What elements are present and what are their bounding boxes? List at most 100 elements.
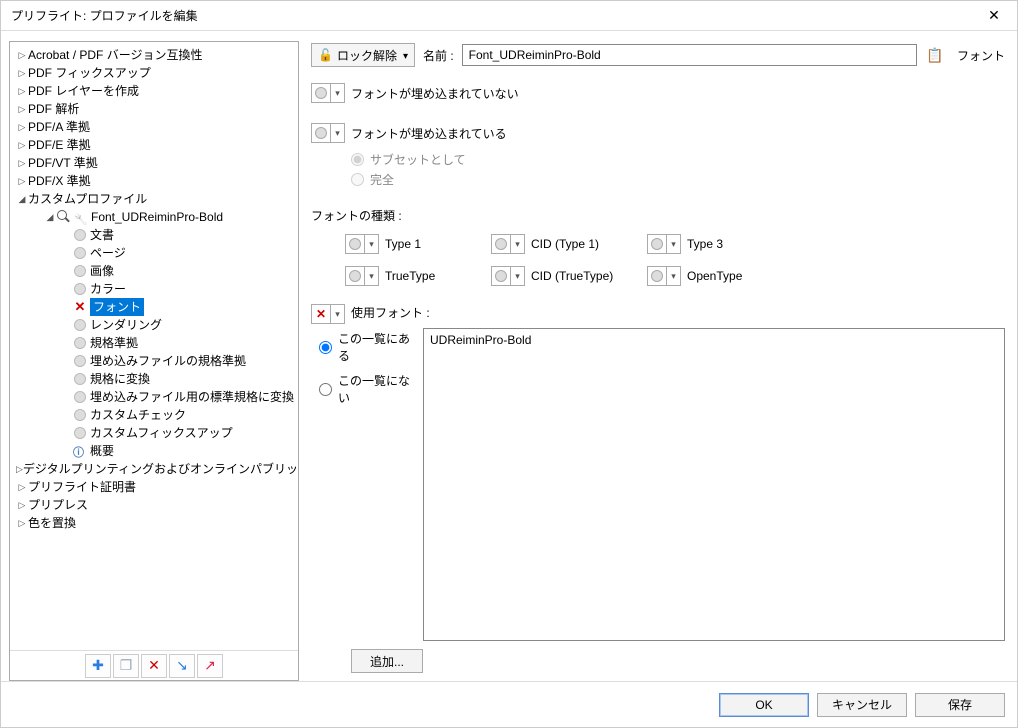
severity-selector[interactable] <box>345 234 379 254</box>
severity-selector[interactable] <box>311 304 345 324</box>
chevron-right-icon[interactable] <box>16 82 28 101</box>
clipboard-icon[interactable] <box>925 44 945 66</box>
tree-item[interactable]: カラー <box>12 280 296 298</box>
chevron-down-icon[interactable] <box>510 267 524 285</box>
unlock-button[interactable]: ロック解除 <box>311 43 415 67</box>
chevron-right-icon[interactable] <box>16 478 28 497</box>
tree-label: 概要 <box>90 442 114 460</box>
tree-item[interactable]: 色を置換 <box>12 514 296 532</box>
tree-item-custom-profile[interactable]: カスタムプロファイル <box>12 190 296 208</box>
used-font-header: 使用フォント : <box>311 304 1005 324</box>
ok-button[interactable]: OK <box>719 693 809 717</box>
chevron-right-icon[interactable] <box>16 136 28 155</box>
tree-item[interactable]: 埋め込みファイルの規格準拠 <box>12 352 296 370</box>
tree-item[interactable]: 画像 <box>12 262 296 280</box>
chevron-down-icon[interactable] <box>330 305 344 323</box>
chevron-down-icon[interactable] <box>364 267 378 285</box>
chevron-right-icon[interactable] <box>16 172 28 191</box>
not-in-list-radio[interactable] <box>319 383 332 396</box>
tree-item[interactable]: PDF/X 準拠 <box>12 172 296 190</box>
in-list-radio[interactable] <box>319 341 332 354</box>
chevron-down-icon[interactable] <box>330 84 344 102</box>
tree-item[interactable]: レンダリング <box>12 316 296 334</box>
chevron-down-icon[interactable] <box>666 267 680 285</box>
chevron-right-icon[interactable] <box>16 514 28 533</box>
severity-selector[interactable] <box>647 266 681 286</box>
chevron-down-icon[interactable] <box>44 208 56 227</box>
save-button[interactable]: 保存 <box>915 693 1005 717</box>
tree-item[interactable]: PDF/VT 準拠 <box>12 154 296 172</box>
delete-button[interactable]: ✕ <box>141 654 167 678</box>
tree-item[interactable]: 規格準拠 <box>12 334 296 352</box>
tree-label: 色を置換 <box>28 514 76 532</box>
full-radio[interactable] <box>351 173 364 186</box>
chevron-down-icon[interactable] <box>666 235 680 253</box>
export-button[interactable]: ↗ <box>197 654 223 678</box>
titlebar: プリフライト: プロファイルを編集 ✕ <box>1 1 1017 31</box>
name-input[interactable] <box>462 44 917 66</box>
bullet-icon <box>74 265 86 277</box>
chevron-down-icon[interactable] <box>330 124 344 142</box>
tree-item-summary[interactable]: 概要 <box>12 442 296 460</box>
severity-selector[interactable] <box>345 266 379 286</box>
full-radio-row: 完全 <box>351 169 1005 189</box>
chevron-right-icon[interactable] <box>16 64 28 83</box>
font-type-item: Type 3 <box>647 234 787 254</box>
tree-item[interactable]: PDF フィックスアップ <box>12 64 296 82</box>
circle-icon <box>648 270 666 282</box>
list-item[interactable]: UDReiminPro-Bold <box>430 333 998 347</box>
add-font-button[interactable]: 追加... <box>351 649 423 673</box>
section-title: フォント <box>957 47 1005 64</box>
chevron-right-icon[interactable] <box>16 100 28 119</box>
import-button[interactable]: ↘ <box>169 654 195 678</box>
tree-item[interactable]: 文書 <box>12 226 296 244</box>
close-button[interactable]: ✕ <box>971 1 1017 31</box>
cancel-button[interactable]: キャンセル <box>817 693 907 717</box>
chevron-down-icon[interactable] <box>364 235 378 253</box>
font-type-label: フォントの種類 : <box>311 207 1005 224</box>
chevron-right-icon[interactable] <box>16 154 28 173</box>
bullet-icon <box>74 229 86 241</box>
tree-label: デジタルプリンティングおよびオンラインパブリッシング <box>23 460 298 478</box>
font-list[interactable]: UDReiminPro-Bold <box>423 328 1005 641</box>
not-in-list-radio-row[interactable]: この一覧にない <box>319 372 417 406</box>
severity-selector[interactable] <box>647 234 681 254</box>
severity-selector[interactable] <box>491 234 525 254</box>
bullet-icon <box>74 337 86 349</box>
chevron-down-icon[interactable] <box>510 235 524 253</box>
severity-selector[interactable] <box>311 123 345 143</box>
chevron-right-icon[interactable] <box>16 496 28 515</box>
subset-radio[interactable] <box>351 153 364 166</box>
chevron-right-icon[interactable] <box>16 460 23 479</box>
chevron-down-icon[interactable] <box>401 48 408 62</box>
tree-item[interactable]: PDF/A 準拠 <box>12 118 296 136</box>
tree-item[interactable]: PDF レイヤーを作成 <box>12 82 296 100</box>
tree-item[interactable]: Acrobat / PDF バージョン互換性 <box>12 46 296 64</box>
duplicate-button[interactable]: ❐ <box>113 654 139 678</box>
profile-tree[interactable]: Acrobat / PDF バージョン互換性 PDF フィックスアップ PDF … <box>10 42 298 650</box>
check-not-embedded-row: フォントが埋め込まれていない <box>311 83 1005 103</box>
severity-selector[interactable] <box>311 83 345 103</box>
tree-item-font[interactable]: フォント <box>12 298 296 316</box>
tree-item-profile[interactable]: Font_UDReiminPro-Bold <box>12 208 296 226</box>
tree-item[interactable]: ページ <box>12 244 296 262</box>
font-type-item: TrueType <box>345 266 485 286</box>
tree-item[interactable]: PDF 解析 <box>12 100 296 118</box>
chevron-down-icon[interactable] <box>16 190 28 209</box>
add-button[interactable]: ✚ <box>85 654 111 678</box>
tree-item[interactable]: デジタルプリンティングおよびオンラインパブリッシング <box>12 460 296 478</box>
tree-item[interactable]: カスタムチェック <box>12 406 296 424</box>
font-type-grid: Type 1 CID (Type 1) Type 3 TrueType CID … <box>345 234 1005 286</box>
circle-icon <box>492 238 510 250</box>
tree-item[interactable]: カスタムフィックスアップ <box>12 424 296 442</box>
tree-item[interactable]: 埋め込みファイル用の標準規格に変換 <box>12 388 296 406</box>
tree-item[interactable]: PDF/E 準拠 <box>12 136 296 154</box>
in-list-radio-row[interactable]: この一覧にある <box>319 330 417 364</box>
tree-item[interactable]: プリプレス <box>12 496 296 514</box>
tree-item[interactable]: プリフライト証明書 <box>12 478 296 496</box>
chevron-right-icon[interactable] <box>16 118 28 137</box>
tree-item[interactable]: 規格に変換 <box>12 370 296 388</box>
bullet-icon <box>74 319 86 331</box>
chevron-right-icon[interactable] <box>16 46 28 65</box>
severity-selector[interactable] <box>491 266 525 286</box>
